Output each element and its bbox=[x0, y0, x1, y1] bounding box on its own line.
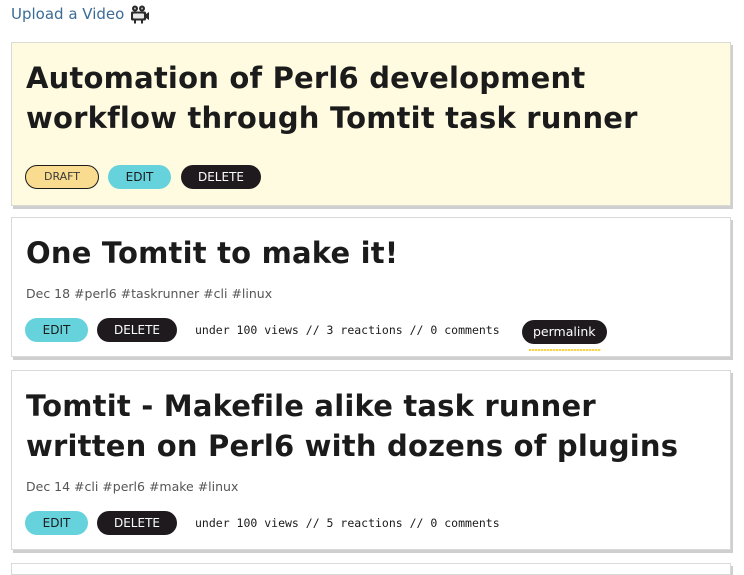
edit-button[interactable]: EDIT bbox=[25, 318, 88, 342]
permalink-button[interactable]: permalink bbox=[522, 320, 607, 344]
post-stats: under 100 views // 3 reactions // 0 comm… bbox=[195, 323, 500, 337]
video-camera-icon bbox=[129, 4, 150, 24]
upload-video-link[interactable]: Upload a Video bbox=[11, 4, 150, 24]
post-actions: EDIT DELETE under 100 views // 3 reactio… bbox=[25, 318, 500, 342]
post-card-partial bbox=[11, 563, 731, 575]
post-card: One Tomtit to make it! Dec 18 #perl6 #ta… bbox=[11, 217, 731, 357]
post-card-draft: Automation of Perl6 development workflow… bbox=[11, 42, 731, 206]
draft-badge: DRAFT bbox=[25, 165, 99, 189]
post-card: Tomtit - Makefile alike task runner writ… bbox=[11, 370, 731, 550]
post-stats: under 100 views // 5 reactions // 0 comm… bbox=[195, 516, 500, 530]
post-date-tags: Dec 14 #cli #perl6 #make #linux bbox=[26, 479, 239, 494]
post-actions: DRAFT EDIT DELETE bbox=[25, 165, 261, 189]
edit-button[interactable]: EDIT bbox=[108, 165, 171, 189]
delete-button[interactable]: DELETE bbox=[97, 318, 177, 342]
post-actions: EDIT DELETE under 100 views // 5 reactio… bbox=[25, 511, 500, 535]
upload-video-label: Upload a Video bbox=[11, 5, 125, 23]
edit-button[interactable]: EDIT bbox=[25, 511, 88, 535]
delete-button[interactable]: DELETE bbox=[97, 511, 177, 535]
permalink-underline bbox=[529, 349, 601, 351]
delete-button[interactable]: DELETE bbox=[181, 165, 261, 189]
post-title[interactable]: Automation of Perl6 development workflow… bbox=[26, 58, 700, 138]
post-date-tags: Dec 18 #perl6 #taskrunner #cli #linux bbox=[26, 286, 273, 301]
post-title[interactable]: Tomtit - Makefile alike task runner writ… bbox=[26, 386, 700, 466]
post-title[interactable]: One Tomtit to make it! bbox=[26, 233, 700, 273]
